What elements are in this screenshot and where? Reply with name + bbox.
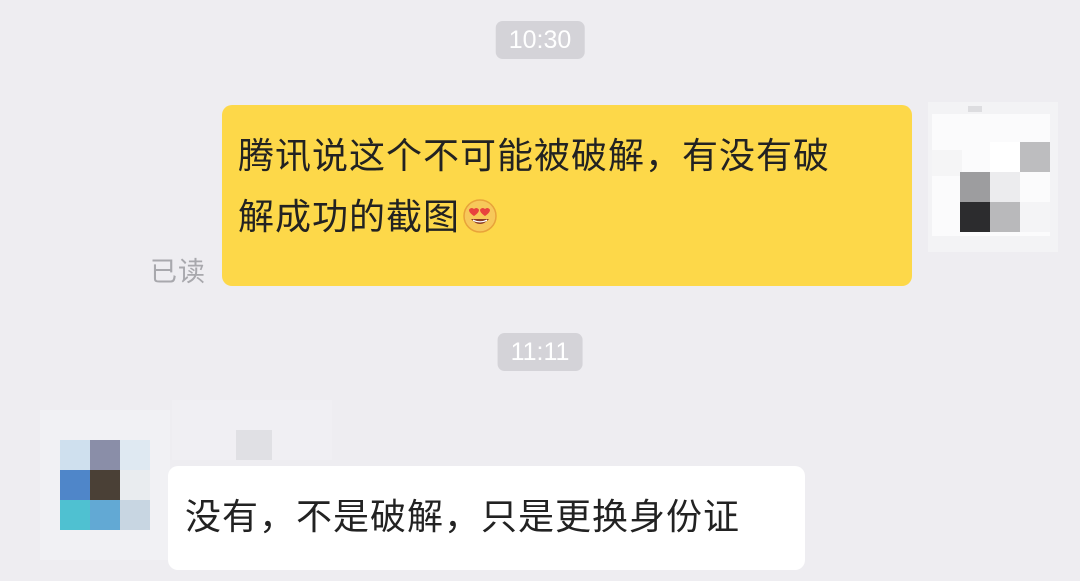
- outgoing-message-line-2: 解成功的截图: [238, 197, 892, 238]
- heart-eyes-face-icon: [463, 199, 497, 233]
- outgoing-message-line-2-text: 解成功的截图: [238, 197, 461, 238]
- timestamp-1030: 10:30: [495, 21, 585, 59]
- outgoing-message-bubble[interactable]: 腾讯说这个不可能被破解，有没有破 解成功的截图: [222, 105, 912, 286]
- timestamp-1111: 11:11: [497, 333, 583, 371]
- incoming-message-bubble[interactable]: 没有，不是破解，只是更换身份证: [168, 466, 805, 570]
- contact-avatar[interactable]: [40, 410, 170, 560]
- read-status: 已读: [150, 257, 206, 288]
- chat-window: 10:30 腾讯说这个不可能被破解，有没有破 解成功的截图 已读 11:11 没…: [0, 0, 1080, 581]
- outgoing-message-line-1: 腾讯说这个不可能被破解，有没有破: [238, 136, 831, 177]
- sender-name-obscured: [172, 400, 332, 460]
- self-avatar[interactable]: [928, 102, 1058, 252]
